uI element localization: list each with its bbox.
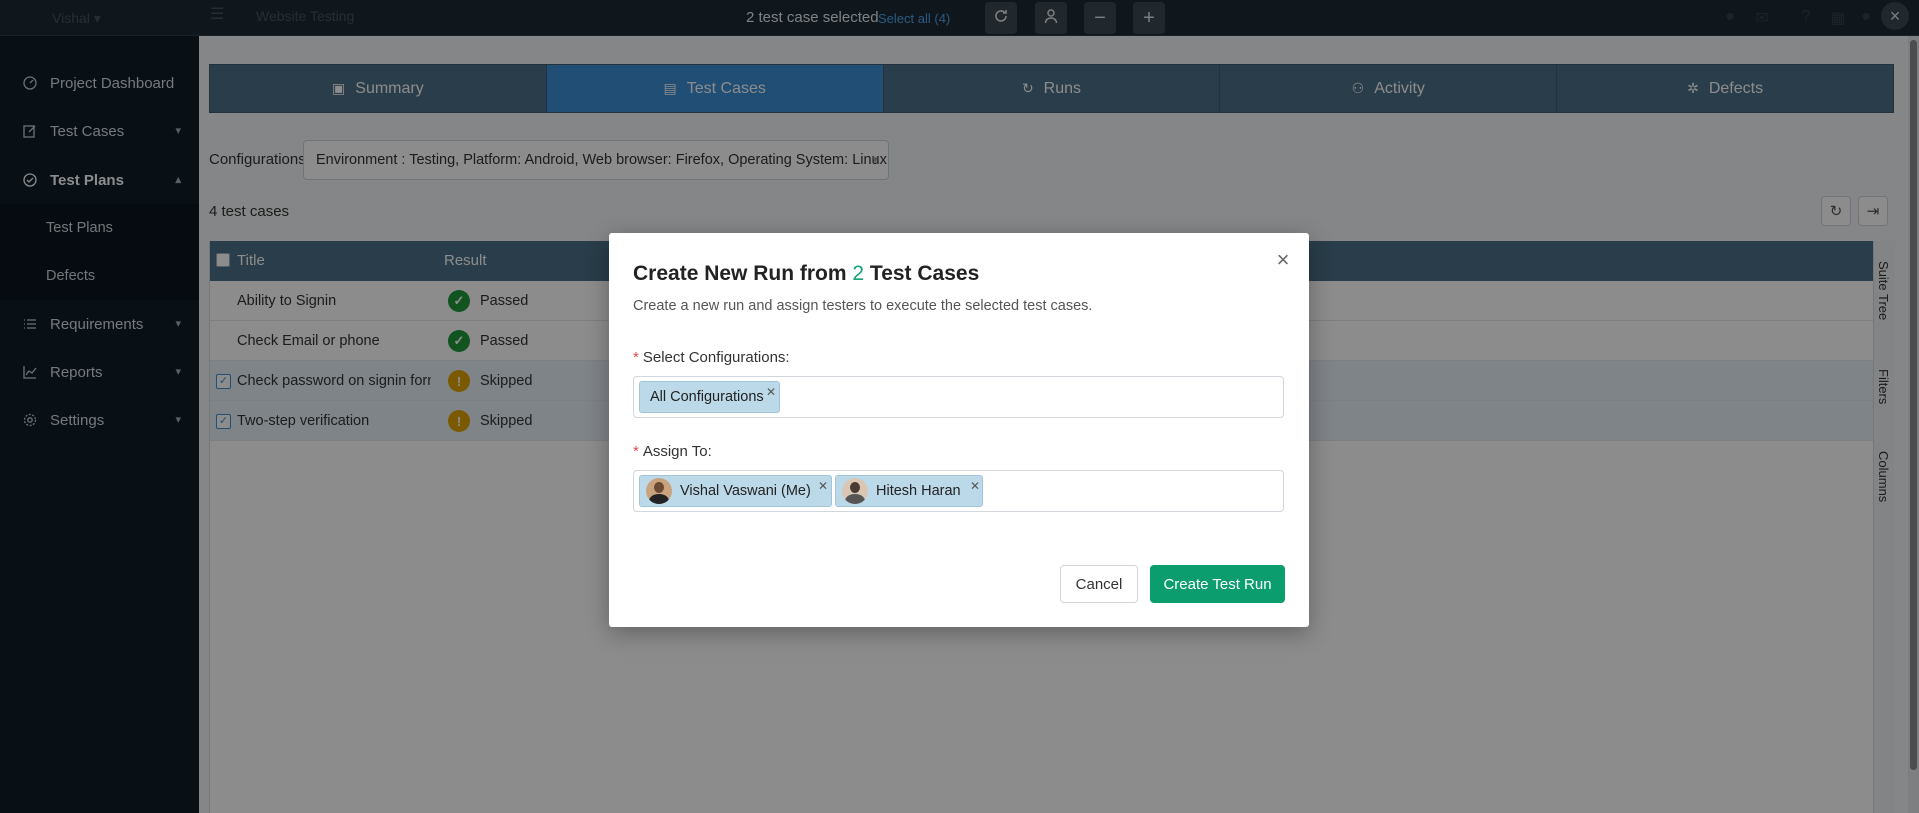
assignee-name: Vishal Vaswani (Me) (680, 483, 811, 499)
remove-chip-icon[interactable]: ✕ (766, 385, 776, 399)
cancel-button[interactable]: Cancel (1060, 565, 1138, 603)
chip-label: All Configurations (650, 389, 764, 405)
title-count: 2 (852, 262, 865, 285)
label-text: Select Configurations: (642, 349, 790, 366)
label-text: Assign To: (642, 443, 712, 460)
select-configurations-label: * Select Configurations: (633, 349, 790, 366)
assignee-chip: Vishal Vaswani (Me) ✕ (639, 475, 832, 507)
configurations-field[interactable]: All Configurations ✕ (633, 376, 1284, 418)
assignee-chip: Hitesh Haran ✕ (835, 475, 983, 507)
title-prefix: Create New Run from (633, 262, 847, 285)
title-suffix: Test Cases (869, 262, 980, 285)
required-marker: * (633, 349, 639, 366)
dialog-description: Create a new run and assign testers to e… (633, 298, 1093, 314)
create-run-dialog: × Create New Run from 2 Test Cases Creat… (609, 233, 1309, 627)
dialog-title: Create New Run from 2 Test Cases (633, 262, 979, 286)
configuration-chip: All Configurations ✕ (639, 381, 780, 413)
close-icon[interactable]: × (1273, 249, 1293, 271)
remove-chip-icon[interactable]: ✕ (970, 479, 980, 493)
assign-to-field[interactable]: Vishal Vaswani (Me) ✕ Hitesh Haran ✕ (633, 470, 1284, 512)
avatar (646, 478, 672, 504)
assign-to-label: * Assign To: (633, 443, 712, 460)
create-test-run-button[interactable]: Create Test Run (1150, 565, 1285, 603)
required-marker: * (633, 443, 639, 460)
avatar (842, 478, 868, 504)
remove-chip-icon[interactable]: ✕ (818, 479, 828, 493)
assignee-name: Hitesh Haran (876, 483, 961, 499)
